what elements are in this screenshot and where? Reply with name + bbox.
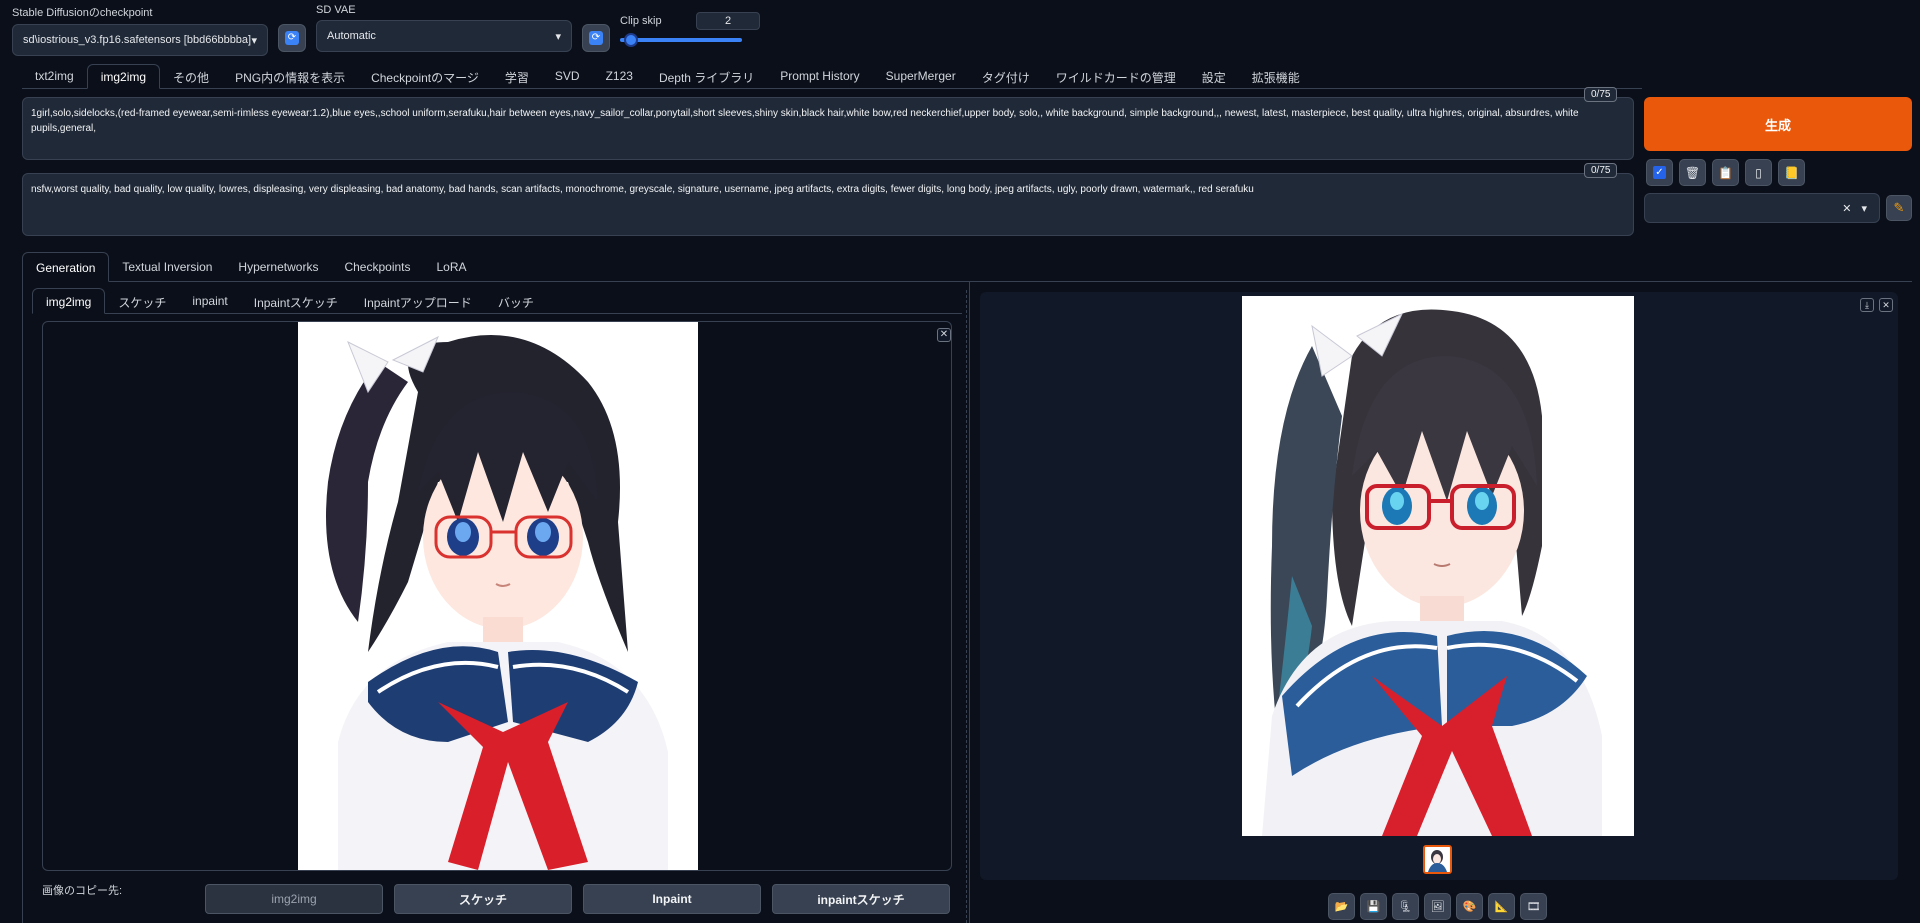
tab-5[interactable]: 学習 [492,64,542,89]
chevron-down-icon: ▾ [1861,202,1867,215]
image-mode-tab-3[interactable]: Inpaintスケッチ [241,288,351,314]
generation-tab-4[interactable]: LoRA [424,252,480,282]
tab-1[interactable]: img2img [86,64,161,89]
vae-label: SD VAE [316,4,356,16]
tab-6[interactable]: SVD [542,64,593,89]
trash-icon: 🗑 [1684,165,1701,180]
close-icon[interactable]: ✕ [1879,298,1893,312]
clear-icon[interactable]: ✕ [1842,202,1851,215]
copy-to-sketch-button[interactable]: スケッチ [394,884,572,914]
tab-12[interactable]: ワイルドカードの管理 [1043,64,1189,89]
notebook-icon: 📒 [1784,165,1799,180]
vae-refresh-button[interactable]: ⟳ [582,24,610,52]
refresh-icon: ⟳ [589,31,603,45]
positive-token-counter: 0/75 [1584,87,1618,102]
gallery-tools: 📂 💾 🗜 🖼 🎨 📐 🎞 [1328,893,1547,920]
clear-button[interactable]: 🗑 [1679,159,1706,186]
chevron-down-icon: ▾ [251,34,257,47]
tab-14[interactable]: 拡張機能 [1239,64,1313,89]
tab-0[interactable]: txt2img [22,64,87,89]
vae-dropdown[interactable]: Automatic ▾ [316,20,572,52]
folder-icon: 📂 [1334,901,1349,913]
tab-2[interactable]: その他 [160,64,222,89]
image-mode-tab-1[interactable]: スケッチ [105,288,179,314]
chevron-down-icon: ▾ [555,30,561,43]
style-apply-button[interactable]: 📒 [1778,159,1805,186]
clip-skip-label: Clip skip [620,15,662,27]
checkbox-button[interactable]: ✓ [1646,159,1673,186]
tab-13[interactable]: 設定 [1189,64,1239,89]
tab-7[interactable]: Z123 [593,64,646,89]
ruler-icon: 📐 [1494,901,1509,913]
open-folder-button[interactable]: 📂 [1328,893,1355,920]
generation-tab-0[interactable]: Generation [22,252,110,282]
image-mode-tab-2[interactable]: inpaint [179,288,240,314]
output-image[interactable] [1242,296,1634,836]
paste-button[interactable]: 📋 [1712,159,1739,186]
save-icon: 💾 [1366,901,1381,913]
send-to-video-button[interactable]: 🎞 [1520,893,1547,920]
clip-skip-input[interactable]: 2 [696,12,760,30]
image-icon: 🖼 [1430,901,1445,913]
checkpoint-dropdown[interactable]: sd\iostrious_v3.fp16.safetensors [bbd66b… [12,24,268,56]
checkpoint-label: Stable Diffusionのcheckpoint [12,7,153,19]
download-icon[interactable]: ⤓ [1860,298,1874,312]
send-to-extras-button[interactable]: 📐 [1488,893,1515,920]
prompt-tools: ✓ 🗑 📋 ▯ 📒 [1646,159,1805,186]
copy-to-label: 画像のコピー先: [42,885,123,897]
save-button[interactable]: 💾 [1360,893,1387,920]
copy-to-inpaint-button[interactable]: Inpaint [583,884,761,914]
generation-tab-2[interactable]: Hypernetworks [225,252,331,282]
output-gallery [980,292,1898,880]
negative-prompt-textarea[interactable]: nsfw,worst quality, bad quality, low qua… [22,173,1634,236]
generate-button[interactable]: 生成 [1644,97,1912,151]
tab-10[interactable]: SuperMerger [873,64,969,89]
generation-tab-1[interactable]: Textual Inversion [109,252,225,282]
tab-4[interactable]: Checkpointのマージ [358,64,492,89]
edit-style-button[interactable]: ✎ [1886,195,1912,221]
extra-networks-button[interactable]: ▯ [1745,159,1772,186]
close-icon[interactable]: ✕ [937,328,951,342]
copy-to-inpaint-sketch-button[interactable]: inpaintスケッチ [772,884,950,914]
input-image [298,322,698,870]
styles-dropdown[interactable]: ✕ ▾ [1644,193,1880,223]
copy-to-img2img-button[interactable]: img2img [205,884,383,914]
thumbnail-image [1425,847,1450,872]
negative-token-counter: 0/75 [1584,163,1618,178]
zip-button[interactable]: 🗜 [1392,893,1419,920]
gallery-thumbnail[interactable] [1423,845,1452,874]
clipboard-icon: 📋 [1718,165,1733,180]
clip-skip-group: Clip skip 2 [620,12,760,47]
generation-tab-3[interactable]: Checkpoints [331,252,423,282]
film-icon: 🎞 [1526,901,1541,913]
checkpoint-value: sd\iostrious_v3.fp16.safetensors [bbd66b… [23,34,252,46]
input-image-canvas[interactable]: ✕ [42,321,952,871]
tab-3[interactable]: PNG内の情報を表示 [222,64,358,89]
send-to-img2img-button[interactable]: 🖼 [1424,893,1451,920]
image-mode-tabs: img2img スケッチ inpaint Inpaintスケッチ Inpaintアップロ… [32,288,962,314]
palette-icon: 🎨 [1462,901,1477,913]
positive-prompt-textarea[interactable]: 1girl,solo,sidelocks,(red-framed eyewear… [22,97,1634,160]
checkbox-icon: ✓ [1653,166,1666,179]
slider-thumb[interactable] [624,33,638,47]
checkpoint-refresh-button[interactable]: ⟳ [278,24,306,52]
vae-value: Automatic [327,30,376,42]
main-tabs: txt2img img2img その他 PNG内の情報を表示 Checkpointのマー… [22,64,1642,89]
image-mode-tab-5[interactable]: バッチ [485,288,547,314]
refresh-icon: ⟳ [285,31,299,45]
vae-group: SD VAE Automatic ▾ [316,4,572,52]
image-mode-tab-4[interactable]: Inpaintアップロード [351,288,485,314]
tab-11[interactable]: タグ付け [969,64,1043,89]
pencil-icon: ✎ [1893,200,1905,215]
tab-8[interactable]: Depth ライブラリ [646,64,767,89]
image-mode-tab-0[interactable]: img2img [32,288,106,314]
phone-icon: ▯ [1755,165,1762,180]
send-to-inpaint-button[interactable]: 🎨 [1456,893,1483,920]
top-settings: Stable Diffusionのcheckpoint sd\iostrious… [12,4,772,56]
archive-icon: 🗜 [1398,901,1413,913]
checkpoint-group: Stable Diffusionのcheckpoint sd\iostrious… [12,4,268,56]
tab-9[interactable]: Prompt History [767,64,872,89]
generation-tabs: Generation Textual Inversion Hypernetworks… [22,252,1912,282]
clip-skip-slider[interactable] [620,33,742,47]
